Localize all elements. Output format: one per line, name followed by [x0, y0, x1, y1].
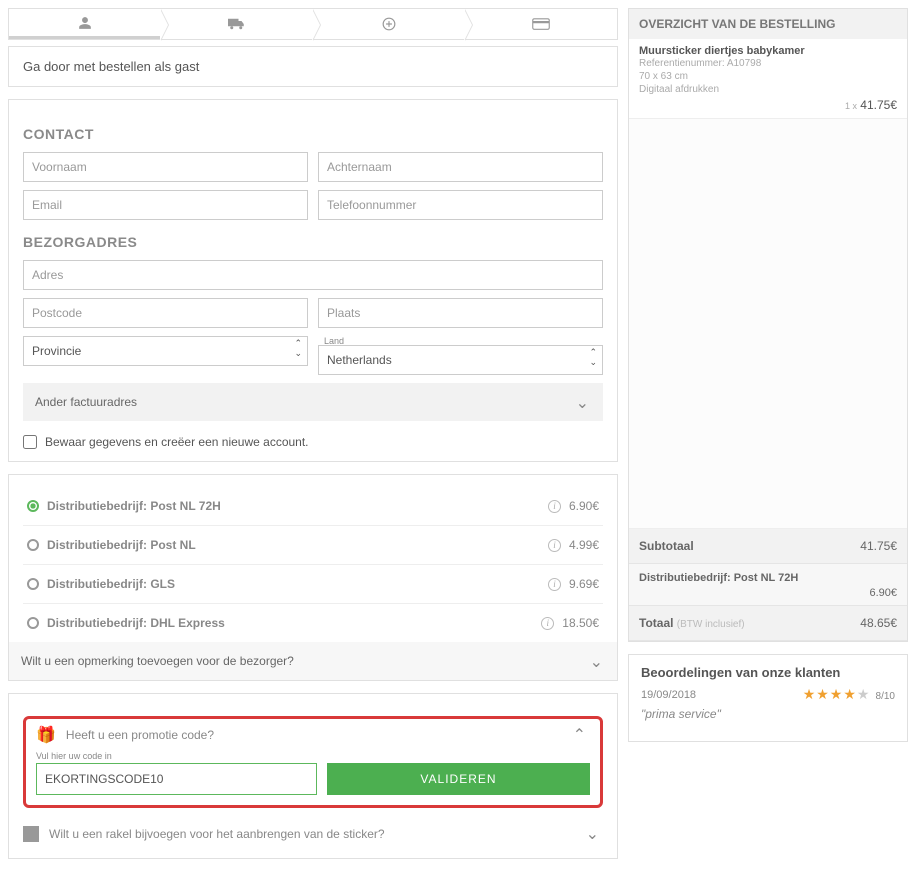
step-delivery[interactable]: [161, 9, 313, 39]
guest-message: Ga door met bestellen als gast: [23, 59, 603, 74]
info-icon[interactable]: i: [548, 578, 561, 591]
star-rating: ★★★★★: [803, 686, 871, 702]
chevron-down-icon: ⌄: [586, 824, 599, 844]
other-billing-toggle[interactable]: Ander factuuradres ⌄: [23, 383, 603, 421]
save-account-checkbox[interactable]: [23, 435, 37, 449]
promo-hint: Vul hier uw code in: [36, 751, 590, 761]
summary-spacer: [629, 119, 907, 529]
review-date: 19/09/2018: [641, 689, 696, 701]
radio-icon: [27, 617, 39, 629]
summary-title: OVERZICHT VAN DE BESTELLING: [629, 9, 907, 39]
extras-panel: 🎁 Heeft u een promotie code? ⌃ Vul hier …: [8, 693, 618, 859]
province-select[interactable]: Provincie: [23, 336, 308, 366]
postcode-input[interactable]: [23, 298, 308, 328]
step-options[interactable]: [313, 9, 465, 39]
validate-button[interactable]: VALIDEREN: [327, 763, 590, 795]
delivery-title: BEZORGADRES: [23, 234, 603, 250]
email-input[interactable]: [23, 190, 308, 220]
lastname-input[interactable]: [318, 152, 603, 182]
plus-circle-icon: [382, 17, 396, 31]
shipping-option[interactable]: Distributiebedrijf: Post NLi4.99€: [23, 526, 603, 565]
firstname-input[interactable]: [23, 152, 308, 182]
review-text: "prima service": [641, 707, 895, 721]
summary-item: Muursticker diertjes babykamer Referenti…: [629, 39, 907, 119]
guest-panel: Ga door met bestellen als gast: [8, 46, 618, 87]
step-payment[interactable]: [465, 9, 617, 39]
radio-icon: [27, 500, 39, 512]
info-icon[interactable]: i: [541, 617, 554, 630]
shipping-option[interactable]: Distributiebedrijf: Post NL 72Hi6.90€: [23, 487, 603, 526]
chevron-down-icon: ⌄: [576, 393, 589, 413]
save-account-row[interactable]: Bewaar gegevens en creëer een nieuwe acc…: [23, 435, 603, 449]
subtotal-row: Subtotaal 41.75€: [629, 529, 907, 564]
gift-icon: 🎁: [36, 725, 56, 745]
rakel-toggle[interactable]: Wilt u een rakel bijvoegen voor het aanb…: [23, 822, 603, 846]
chevron-down-icon: ⌄: [590, 652, 603, 672]
promo-header[interactable]: 🎁 Heeft u een promotie code? ⌃: [36, 725, 590, 745]
contact-title: CONTACT: [23, 126, 603, 142]
chevron-up-icon: ⌃: [573, 725, 586, 745]
card-icon: [532, 17, 550, 31]
country-select[interactable]: Netherlands: [318, 345, 603, 375]
promo-highlight-box: 🎁 Heeft u een promotie code? ⌃ Vul hier …: [23, 716, 603, 808]
checkout-steps: [8, 8, 618, 40]
radio-icon: [27, 578, 39, 590]
user-icon: [78, 16, 92, 30]
summary-shipping-row: Distributiebedrijf: Post NL 72H 6.90€: [629, 564, 907, 606]
shipping-option[interactable]: Distributiebedrijf: DHL Expressi18.50€: [23, 604, 603, 642]
radio-icon: [27, 539, 39, 551]
reviews-title: Beoordelingen van onze klanten: [641, 665, 895, 680]
phone-input[interactable]: [318, 190, 603, 220]
city-input[interactable]: [318, 298, 603, 328]
info-icon[interactable]: i: [548, 500, 561, 513]
address-input[interactable]: [23, 260, 603, 290]
truck-icon: [228, 17, 246, 31]
info-icon[interactable]: i: [548, 539, 561, 552]
contact-address-panel: CONTACT BEZORGADRES Provincie Land: [8, 99, 618, 462]
squeegee-icon: [23, 826, 39, 842]
carrier-comment-toggle[interactable]: Wilt u een opmerking toevoegen voor de b…: [9, 642, 617, 680]
step-account[interactable]: [9, 9, 161, 39]
reviews-panel: Beoordelingen van onze klanten 19/09/201…: [628, 654, 908, 742]
promo-code-input[interactable]: [36, 763, 317, 795]
shipping-option[interactable]: Distributiebedrijf: GLSi9.69€: [23, 565, 603, 604]
order-summary: OVERZICHT VAN DE BESTELLING Muursticker …: [628, 8, 908, 642]
shipping-panel: Distributiebedrijf: Post NL 72Hi6.90€Dis…: [8, 474, 618, 681]
review-score: 8/10: [876, 691, 895, 702]
grand-total-row: Totaal (BTW inclusief) 48.65€: [629, 606, 907, 641]
